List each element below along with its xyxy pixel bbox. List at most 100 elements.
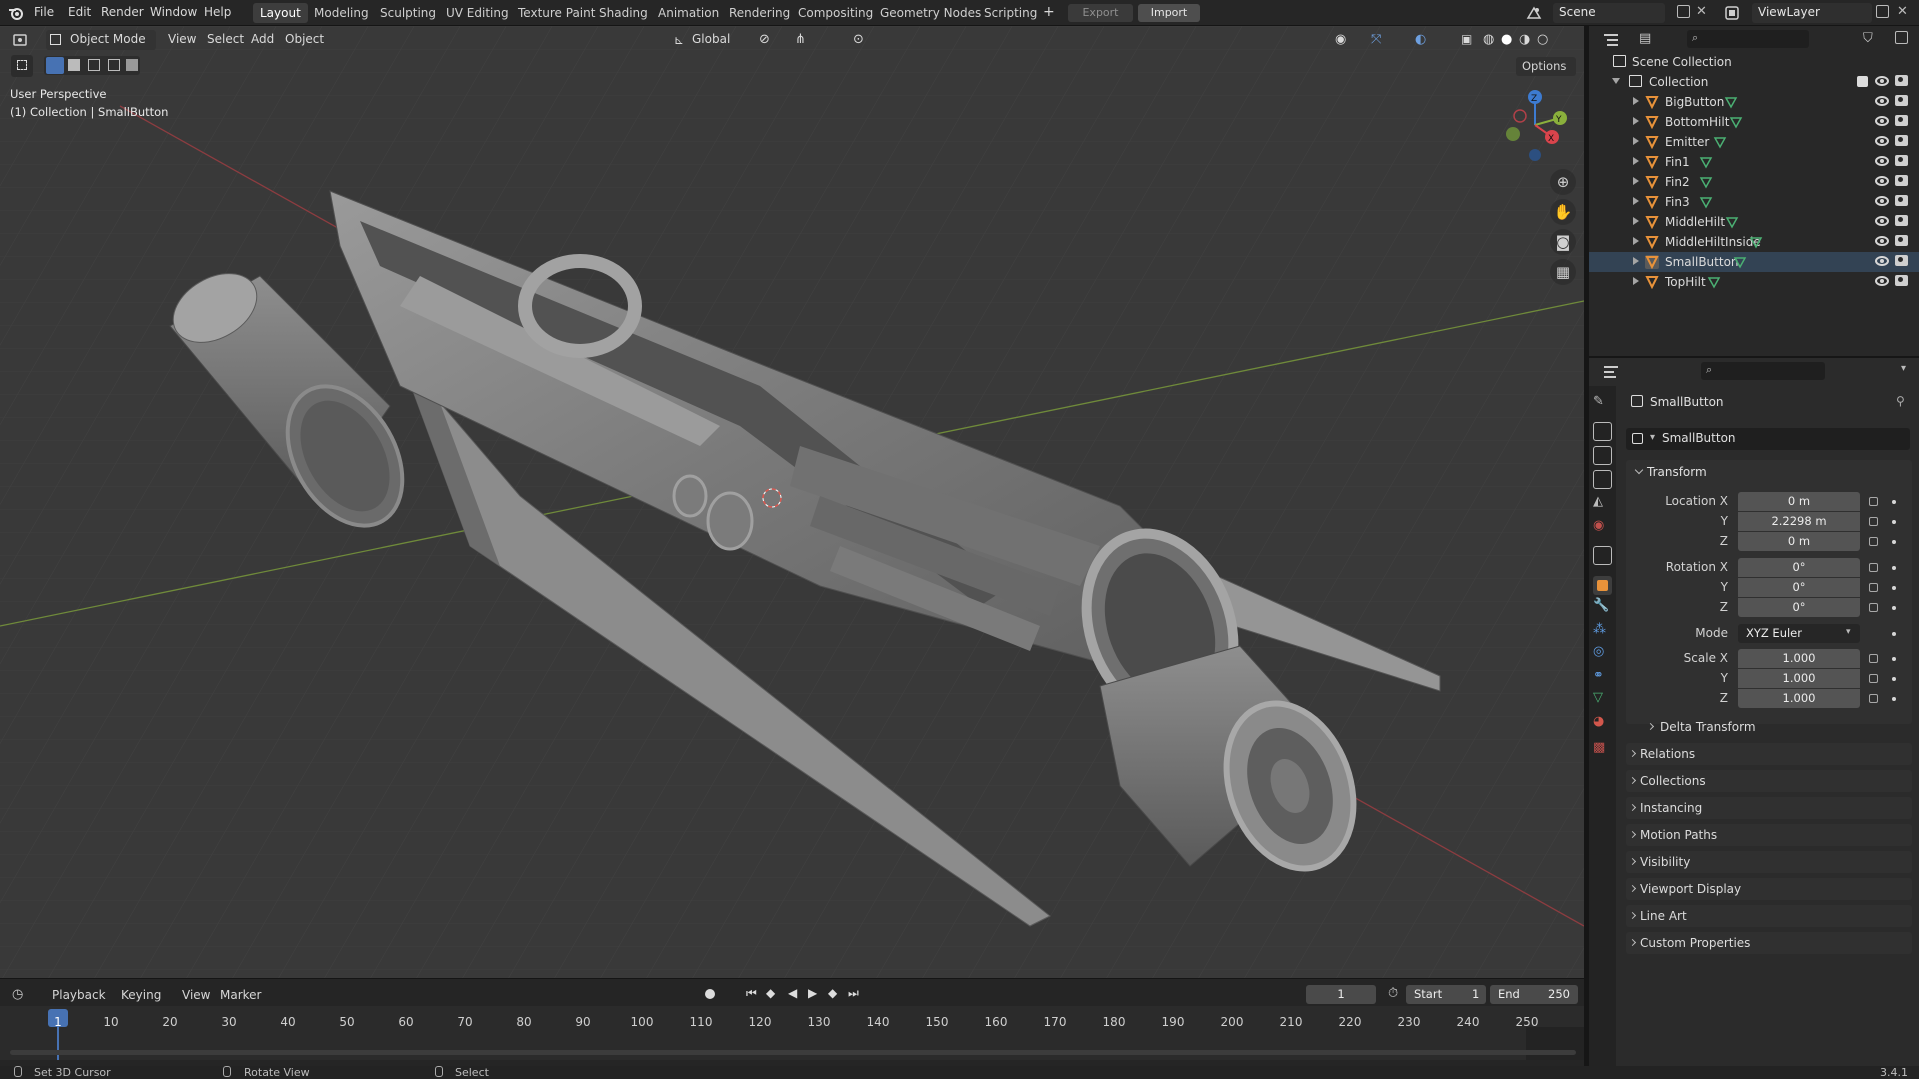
viewport-menu-select[interactable]: Select <box>202 30 249 50</box>
render-camera-icon[interactable] <box>1895 135 1908 146</box>
transform-orientation-dropdown[interactable]: ⊾ Global <box>668 30 746 50</box>
tab-texture-paint[interactable]: Texture Paint <box>511 3 602 23</box>
options-dropdown[interactable]: Options <box>1516 57 1576 76</box>
outliner-search-input[interactable]: ⌕ <box>1687 30 1809 48</box>
outliner-row-object-selected[interactable]: SmallButton <box>1589 252 1919 272</box>
rotation-y-field[interactable]: 0° <box>1738 578 1860 597</box>
keyframe-dot-icon[interactable] <box>1892 606 1896 610</box>
select-subtract-icon[interactable] <box>88 59 100 71</box>
expand-icon[interactable] <box>1633 177 1639 185</box>
select-extend-icon[interactable] <box>68 59 80 71</box>
render-camera-icon[interactable] <box>1895 215 1908 226</box>
viewport-menu-add[interactable]: Add <box>246 30 279 50</box>
outliner-row-scene-collection[interactable]: Scene Collection <box>1589 52 1919 72</box>
relations-panel[interactable]: Relations <box>1626 743 1912 765</box>
timeline-menu-playback[interactable]: Playback <box>52 988 106 1002</box>
scale-z-field[interactable]: 1.000 <box>1738 689 1860 708</box>
keyframe-dot-icon[interactable] <box>1892 500 1896 504</box>
eye-icon[interactable] <box>1875 276 1889 286</box>
expand-icon[interactable] <box>1633 117 1639 125</box>
new-view-layer-icon[interactable] <box>1876 5 1889 18</box>
keyframe-dot-icon[interactable] <box>1892 566 1896 570</box>
rotation-x-field[interactable]: 0° <box>1738 558 1860 577</box>
expand-icon[interactable] <box>1633 97 1639 105</box>
display-mode-icon[interactable]: ▤ <box>1639 31 1651 46</box>
eye-icon[interactable] <box>1875 76 1889 86</box>
filter-icon[interactable]: ⛉ <box>1863 31 1873 46</box>
outliner-row-object[interactable]: Fin1 <box>1589 152 1919 172</box>
rendered-shading-icon[interactable]: ○ <box>1532 30 1553 50</box>
render-camera-icon[interactable] <box>1895 95 1908 106</box>
custom-properties-panel[interactable]: Custom Properties <box>1626 932 1912 954</box>
object-datablock-field[interactable]: ▾ SmallButton <box>1626 428 1910 450</box>
line-art-panel[interactable]: Line Art <box>1626 905 1912 927</box>
export-button[interactable]: Export <box>1068 4 1133 22</box>
render-camera-icon[interactable] <box>1895 235 1908 246</box>
expand-icon[interactable] <box>1633 257 1639 265</box>
mesh-data-icon[interactable] <box>1707 275 1721 289</box>
timeline-menu-marker[interactable]: Marker <box>220 988 261 1002</box>
render-camera-icon[interactable] <box>1895 255 1908 266</box>
view-layer-selector[interactable]: ViewLayer <box>1752 3 1872 23</box>
scene-tab-icon[interactable]: ◭ <box>1593 494 1612 513</box>
scale-x-field[interactable]: 1.000 <box>1738 649 1860 668</box>
view-layer-icon[interactable] <box>1724 5 1740 21</box>
outliner-editor-icon[interactable] <box>1603 32 1621 48</box>
mesh-data-icon[interactable] <box>1729 115 1743 129</box>
viewport-menu-object[interactable]: Object <box>280 30 329 50</box>
eye-icon[interactable] <box>1875 176 1889 186</box>
expand-icon[interactable] <box>1612 78 1620 84</box>
outliner-row-object[interactable]: BigButton <box>1589 92 1919 112</box>
outliner-row-object[interactable]: BottomHilt <box>1589 112 1919 132</box>
render-tab-icon[interactable] <box>1593 422 1612 441</box>
tab-scripting[interactable]: Scripting <box>977 3 1044 23</box>
keyframe-dot-icon[interactable] <box>1892 697 1896 701</box>
lock-icon[interactable] <box>1869 603 1878 612</box>
delete-scene-icon[interactable]: ✕ <box>1696 4 1707 19</box>
tab-layout[interactable]: Layout <box>253 3 308 23</box>
expand-icon[interactable] <box>1633 217 1639 225</box>
keyframe-dot-icon[interactable] <box>1892 540 1896 544</box>
output-tab-icon[interactable] <box>1593 446 1612 465</box>
menu-render[interactable]: Render <box>101 5 144 19</box>
keyframe-dot-icon[interactable] <box>1892 632 1896 636</box>
render-camera-icon[interactable] <box>1895 175 1908 186</box>
exclude-checkbox[interactable] <box>1857 76 1868 87</box>
tab-rendering[interactable]: Rendering <box>722 3 797 23</box>
lock-icon[interactable] <box>1869 654 1878 663</box>
mesh-data-icon[interactable] <box>1725 215 1739 229</box>
start-frame-field[interactable]: Start 1 <box>1406 985 1486 1004</box>
viewport-display-panel[interactable]: Viewport Display <box>1626 878 1912 900</box>
pin-icon[interactable]: ⚲ <box>1896 394 1905 408</box>
jump-start-icon[interactable]: ⏮ <box>746 986 757 1001</box>
object-mode-dropdown[interactable]: Object Mode <box>46 30 156 50</box>
eye-icon[interactable] <box>1875 116 1889 126</box>
menu-help[interactable]: Help <box>204 5 231 19</box>
zoom-icon[interactable]: ⊕ <box>1550 169 1576 195</box>
expand-icon[interactable] <box>1633 237 1639 245</box>
data-tab-icon[interactable]: ▽ <box>1593 690 1612 709</box>
view-layer-tab-icon[interactable] <box>1593 470 1612 489</box>
particles-tab-icon[interactable]: ⁂ <box>1593 622 1612 641</box>
scene-icon[interactable] <box>1526 5 1542 21</box>
render-camera-icon[interactable] <box>1895 115 1908 126</box>
lock-icon[interactable] <box>1869 694 1878 703</box>
tab-animation[interactable]: Animation <box>651 3 726 23</box>
keyframe-dot-icon[interactable] <box>1892 520 1896 524</box>
proportional-edit-icon[interactable]: ⊙ <box>848 30 869 50</box>
end-frame-field[interactable]: End 250 <box>1490 985 1578 1004</box>
world-tab-icon[interactable]: ◉ <box>1593 518 1612 537</box>
material-tab-icon[interactable]: ◕ <box>1593 714 1612 733</box>
outliner-row-object[interactable]: Emitter <box>1589 132 1919 152</box>
render-camera-icon[interactable] <box>1895 75 1908 86</box>
mesh-data-icon[interactable] <box>1699 155 1713 169</box>
keyframe-dot-icon[interactable] <box>1892 586 1896 590</box>
expand-icon[interactable] <box>1633 137 1639 145</box>
select-invert-icon[interactable] <box>108 59 120 71</box>
play-reverse-icon[interactable]: ◀ <box>788 986 797 1000</box>
expand-icon[interactable] <box>1633 157 1639 165</box>
eye-icon[interactable] <box>1875 196 1889 206</box>
pan-hand-icon[interactable]: ✋ <box>1550 199 1576 225</box>
outliner-row-object[interactable]: TopHilt <box>1589 272 1919 292</box>
navigation-gizmo[interactable]: Z Y X <box>1490 85 1570 165</box>
